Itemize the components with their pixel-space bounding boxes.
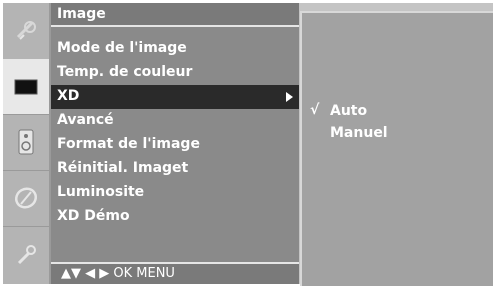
submenu-item-manual[interactable]: Manuel <box>310 122 490 144</box>
satellite-dish-icon <box>14 19 38 43</box>
picture-screen-icon <box>14 78 38 96</box>
category-station[interactable] <box>3 3 49 60</box>
menu-item-color-temp[interactable]: Temp. de couleur <box>51 61 299 85</box>
submenu-item-label: Manuel <box>330 125 388 141</box>
menu-item-aspect-ratio[interactable]: Format de l'image <box>51 133 299 157</box>
submenu-item-label: Auto <box>330 103 368 119</box>
menu-list: Mode de l'image Temp. de couleur XD Avan… <box>51 37 299 229</box>
clock-icon <box>14 186 38 210</box>
menu-item-brightness[interactable]: Luminosite <box>51 181 299 205</box>
picture-menu: Image Mode de l'image Temp. de couleur X… <box>51 3 299 284</box>
navigation-hint: ▲▼ ◀ ▶ OK MENU <box>51 262 299 284</box>
submenu-item-auto[interactable]: √ Auto <box>310 100 490 122</box>
menu-item-label: Luminosite <box>57 184 145 200</box>
xd-submenu: √ Auto Manuel <box>300 11 493 286</box>
tv-osd: Image Mode de l'image Temp. de couleur X… <box>3 3 493 286</box>
menu-item-label: XD Démo <box>57 208 130 224</box>
category-option[interactable] <box>3 226 49 284</box>
category-icon-strip <box>3 3 51 284</box>
category-audio[interactable] <box>3 114 49 171</box>
menu-item-label: Mode de l'image <box>57 40 187 56</box>
menu-item-picture-mode[interactable]: Mode de l'image <box>51 37 299 61</box>
menu-item-label: Avancé <box>57 112 114 128</box>
menu-header: Image <box>51 3 299 27</box>
menu-item-label: Réinitial. Imaget <box>57 160 189 176</box>
speaker-icon <box>18 129 34 155</box>
menu-item-advanced[interactable]: Avancé <box>51 109 299 133</box>
navigation-hint-text: ▲▼ ◀ ▶ OK MENU <box>61 266 175 281</box>
category-time[interactable] <box>3 170 49 227</box>
menu-item-label: XD <box>57 88 80 104</box>
menu-item-xd-demo[interactable]: XD Démo <box>51 205 299 229</box>
menu-item-reset[interactable]: Réinitial. Imaget <box>51 157 299 181</box>
menu-item-label: Temp. de couleur <box>57 64 193 80</box>
arrow-right-icon <box>286 92 293 102</box>
menu-item-label: Format de l'image <box>57 136 200 152</box>
wrench-icon <box>14 243 38 267</box>
checkmark-icon: √ <box>310 102 320 118</box>
category-picture[interactable] <box>3 59 49 115</box>
menu-item-xd[interactable]: XD <box>51 85 299 109</box>
menu-title: Image <box>57 6 106 22</box>
